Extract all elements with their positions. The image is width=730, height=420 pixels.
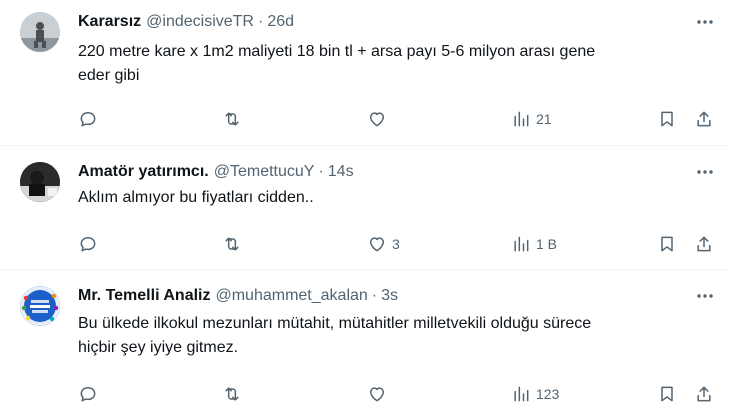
- avatar[interactable]: [20, 286, 60, 326]
- reply-button[interactable]: [78, 107, 103, 131]
- tweet-header: Kararsız @indecisiveTR · 26d: [78, 11, 294, 33]
- tweet-text-line: 220 metre kare x 1m2 maliyeti 18 bin tl …: [78, 43, 596, 60]
- share-icon: [697, 386, 711, 402]
- separator-dot: ·: [257, 13, 264, 30]
- like-button[interactable]: [367, 107, 392, 131]
- more-icon[interactable]: [694, 11, 716, 33]
- tweet-text: Aklım almıyor bu fiyatları cidden..: [78, 186, 638, 210]
- bookmark-icon: [661, 236, 673, 252]
- views-button[interactable]: 21: [511, 107, 552, 131]
- like-icon: [370, 387, 384, 402]
- tweet-text: Bu ülkede ilkokul mezunları mütahit, müt…: [78, 312, 638, 360]
- bookmark-icon: [661, 386, 673, 402]
- tweet-header: Mr. Temelli Analiz @muhammet_akalan · 3s: [78, 285, 398, 307]
- tweet-text: 220 metre kare x 1m2 maliyeti 18 bin tl …: [78, 40, 638, 88]
- like-button[interactable]: 3: [367, 232, 400, 256]
- views-icon: [514, 386, 529, 402]
- repost-button[interactable]: [222, 232, 247, 256]
- author-handle[interactable]: @indecisiveTR: [146, 13, 254, 31]
- tweet-text-line: eder gibi: [78, 67, 140, 84]
- views-count: 123: [536, 386, 560, 402]
- like-icon: [370, 112, 384, 127]
- author-name[interactable]: Mr. Temelli Analiz: [78, 287, 210, 305]
- reply-button[interactable]: [78, 382, 103, 406]
- like-button[interactable]: [367, 382, 392, 406]
- like-icon: [370, 237, 384, 252]
- author-name[interactable]: Kararsız: [78, 13, 141, 31]
- timestamp[interactable]: 26d: [267, 13, 294, 31]
- separator-dot: ·: [371, 287, 378, 304]
- avatar[interactable]: [20, 12, 60, 52]
- repost-icon: [225, 387, 239, 401]
- views-count: 21: [536, 111, 552, 127]
- action-bar: 3 1 B: [78, 232, 716, 256]
- author-handle[interactable]: @TemettucuY: [214, 163, 315, 181]
- reply-icon: [80, 112, 96, 127]
- bookmark-button[interactable]: [657, 232, 677, 256]
- tweet-text-line: Bu ülkede ilkokul mezunları mütahit, müt…: [78, 315, 592, 332]
- author-handle[interactable]: @muhammet_akalan: [215, 287, 367, 305]
- reply-icon: [80, 387, 96, 402]
- share-button[interactable]: [694, 232, 714, 256]
- author-name[interactable]: Amatör yatırımcı.: [78, 163, 209, 181]
- separator-dot: ·: [318, 163, 324, 180]
- tweet-text-line: hiçbir şey iyiye gitmez.: [78, 339, 239, 356]
- tweet[interactable]: Amatör yatırımcı. @TemettucuY · 14s Aklı…: [0, 146, 730, 270]
- views-icon: [514, 111, 529, 127]
- reply-icon: [80, 237, 96, 252]
- views-icon: [514, 236, 529, 252]
- tweet-text-line: Aklım almıyor bu fiyatları cidden..: [78, 189, 314, 206]
- bookmark-button[interactable]: [657, 107, 677, 131]
- reply-button[interactable]: [78, 232, 103, 256]
- timestamp[interactable]: 3s: [381, 287, 398, 305]
- repost-button[interactable]: [222, 382, 247, 406]
- share-button[interactable]: [694, 107, 714, 131]
- more-icon[interactable]: [694, 285, 716, 307]
- bookmark-icon: [661, 111, 673, 127]
- views-button[interactable]: 123: [511, 382, 559, 406]
- tweet[interactable]: Mr. Temelli Analiz @muhammet_akalan · 3s…: [0, 270, 730, 420]
- more-icon[interactable]: [694, 161, 716, 183]
- bookmark-button[interactable]: [657, 382, 677, 406]
- avatar[interactable]: [20, 162, 60, 202]
- views-button[interactable]: 1 B: [511, 232, 557, 256]
- repost-icon: [225, 112, 239, 126]
- share-icon: [697, 236, 711, 252]
- share-button[interactable]: [694, 382, 714, 406]
- action-bar: 123: [78, 382, 716, 406]
- views-count: 1 B: [536, 236, 558, 252]
- repost-icon: [225, 237, 239, 251]
- like-count: 3: [392, 236, 400, 252]
- tweet[interactable]: Kararsız @indecisiveTR · 26d 220 metre k…: [0, 0, 730, 146]
- repost-button[interactable]: [222, 107, 247, 131]
- action-bar: 21: [78, 107, 716, 131]
- share-icon: [697, 111, 711, 127]
- timestamp[interactable]: 14s: [328, 163, 354, 181]
- tweet-header: Amatör yatırımcı. @TemettucuY · 14s: [78, 161, 354, 183]
